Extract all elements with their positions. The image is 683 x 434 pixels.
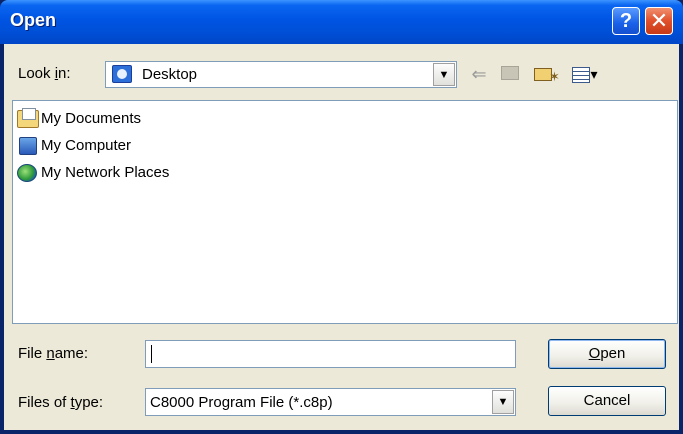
list-item-label: My Documents <box>41 110 142 127</box>
look-in-dropdown[interactable]: Desktop ▼ <box>105 61 457 88</box>
title-bar[interactable]: Open ? ✕ <box>0 0 683 44</box>
file-name-input[interactable] <box>145 340 516 368</box>
up-one-level-icon[interactable] <box>499 62 521 86</box>
views-menu-icon[interactable]: ▾ <box>565 62 605 86</box>
my-network-places-icon <box>17 164 37 182</box>
look-in-label: Look in: <box>18 65 71 82</box>
files-of-type-value: C8000 Program File (*.c8p) <box>150 394 333 411</box>
dropdown-arrow-icon[interactable]: ▼ <box>433 63 455 86</box>
dropdown-arrow-icon[interactable]: ▼ <box>492 390 514 414</box>
file-list[interactable]: My Documents My Computer My Network Plac… <box>12 100 678 324</box>
text-caret <box>151 345 152 363</box>
file-name-label: File name: <box>18 345 89 362</box>
open-button[interactable]: Open <box>548 339 666 369</box>
desktop-icon <box>112 65 132 83</box>
list-item-label: My Network Places <box>41 164 170 181</box>
help-button[interactable]: ? <box>612 7 640 35</box>
files-of-type-label: Files of type: <box>18 394 104 411</box>
look-in-value: Desktop <box>142 66 198 83</box>
cancel-button[interactable]: Cancel <box>548 386 666 416</box>
close-button[interactable]: ✕ <box>645 7 673 35</box>
list-item-label: My Computer <box>41 137 132 154</box>
window-title: Open <box>10 10 57 30</box>
back-arrow-icon[interactable]: ⇐ <box>468 62 490 86</box>
my-documents-icon <box>17 108 39 128</box>
files-of-type-dropdown[interactable]: C8000 Program File (*.c8p) ▼ <box>145 388 516 416</box>
my-computer-icon <box>19 137 37 155</box>
new-folder-icon[interactable]: ✶ <box>530 62 560 86</box>
